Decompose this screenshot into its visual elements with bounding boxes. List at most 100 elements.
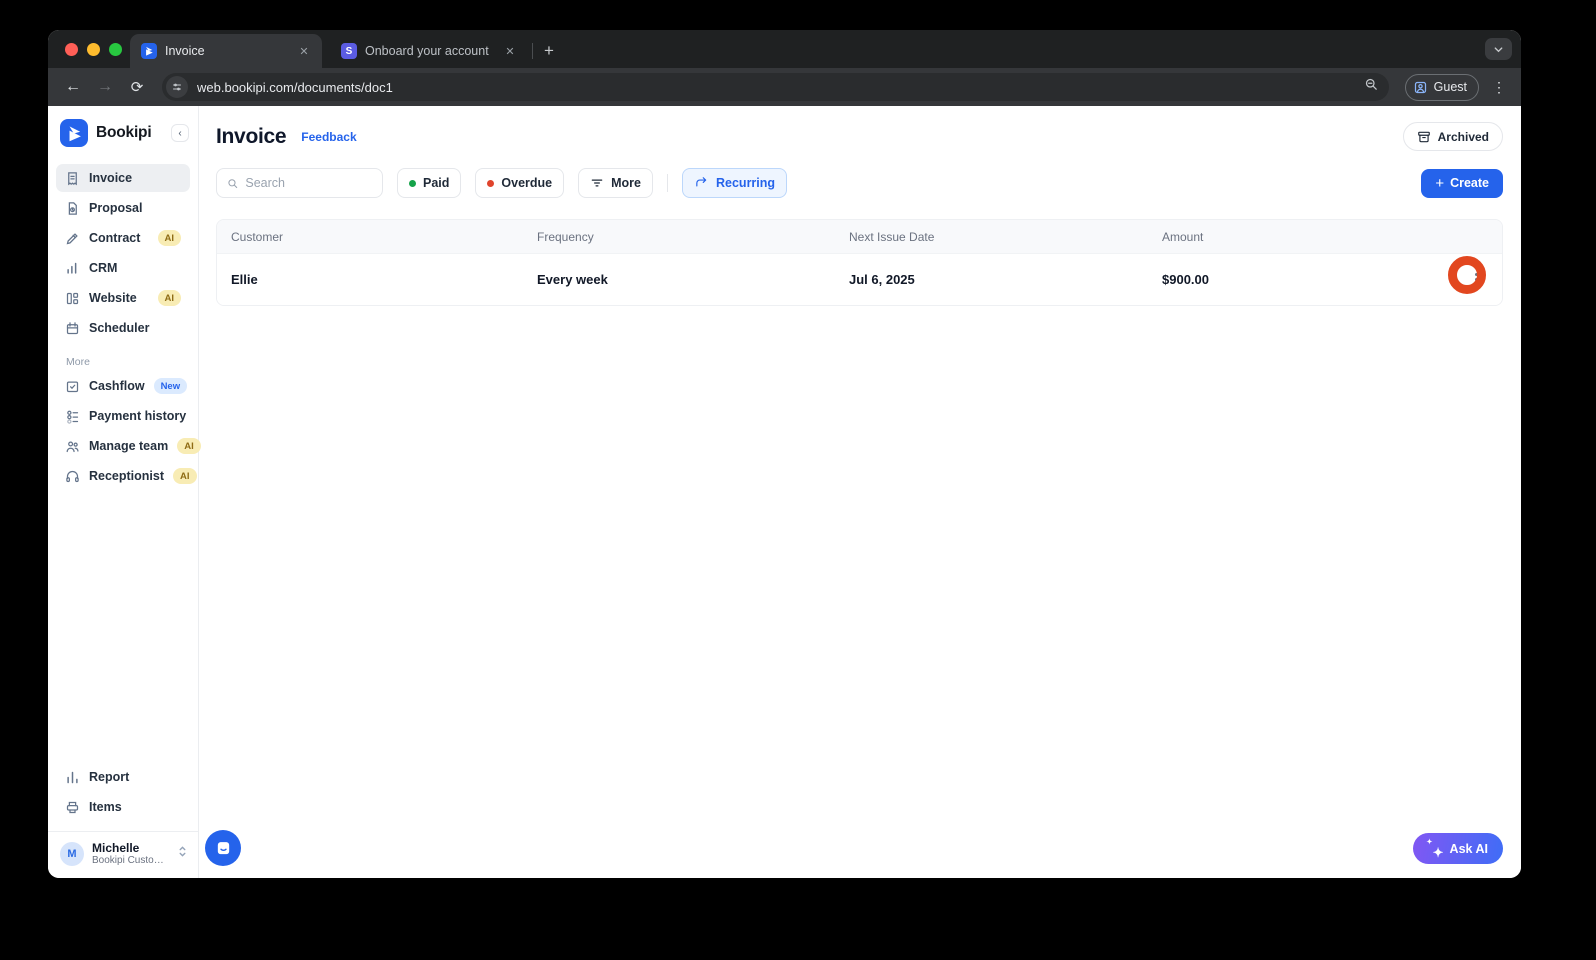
ai-badge: AI [177, 438, 201, 454]
sidebar-header: Bookipi ‹ [48, 116, 198, 150]
search-input[interactable] [245, 176, 372, 190]
chat-icon [217, 841, 229, 854]
site-info-icon[interactable] [166, 76, 188, 98]
filter-overdue[interactable]: Overdue [475, 168, 565, 198]
sidebar-item-manage-team[interactable]: Manage team AI [56, 432, 201, 460]
sidebar-item-crm[interactable]: CRM [56, 254, 190, 282]
sidebar-item-invoice[interactable]: Invoice [56, 164, 190, 192]
browser-toolbar: ← → ⟳ web.bookipi.com/documents/doc1 Gue… [48, 68, 1521, 106]
minimize-window-button[interactable] [87, 43, 100, 56]
invoice-icon [68, 171, 77, 185]
search-box[interactable] [216, 168, 383, 198]
more-section-label: More [66, 356, 90, 368]
bookipi-favicon [141, 43, 157, 59]
filter-more[interactable]: More [578, 168, 653, 198]
receptionist-icon [66, 470, 79, 482]
items-icon [66, 801, 79, 813]
address-bar[interactable]: web.bookipi.com/documents/doc1 [162, 73, 1389, 101]
report-icon [67, 771, 78, 783]
ai-badge: AI [157, 290, 181, 306]
filter-paid[interactable]: Paid [397, 168, 462, 198]
scheduler-icon [66, 321, 79, 334]
close-window-button[interactable] [65, 43, 78, 56]
browser-menu-icon[interactable]: ⋮ [1489, 79, 1509, 96]
column-header-frequency: Frequency [537, 229, 594, 244]
page-title: Invoice [216, 124, 287, 148]
cell-amount: $900.00 [1162, 272, 1209, 287]
recurring-icon [696, 177, 707, 187]
sidebar-item-website[interactable]: Website AI [56, 284, 190, 312]
website-icon [66, 292, 79, 304]
tab-onboard[interactable]: S Onboard your account ✕ [330, 34, 528, 68]
cashflow-icon [66, 381, 79, 392]
collapse-sidebar-button[interactable]: ‹ [171, 124, 189, 142]
sidebar-item-report[interactable]: Report [56, 763, 190, 791]
filter-recurring[interactable]: Recurring [682, 168, 788, 198]
tab-search-button[interactable] [1485, 38, 1512, 60]
page-header: Invoice Feedback Archived [216, 122, 1503, 151]
brand-name: Bookipi [96, 124, 152, 141]
tab-title: Onboard your account [365, 44, 489, 58]
overdue-dot-icon [487, 179, 495, 187]
column-header-customer: Customer [231, 229, 284, 244]
user-account-switcher[interactable]: M Michelle Bookipi Customer S... [48, 831, 198, 878]
sidebar-item-payment-history[interactable]: Payment history [56, 402, 190, 430]
reload-icon[interactable]: ⟳ [124, 74, 150, 100]
sparkles-icon: ✦ ✦ [1426, 839, 1444, 860]
close-tab-icon[interactable]: ✕ [502, 43, 518, 59]
url-text: web.bookipi.com/documents/doc1 [197, 79, 393, 95]
ai-badge: AI [173, 468, 197, 484]
plus-icon: + [1435, 174, 1445, 192]
payment-history-icon [67, 410, 79, 424]
table-row[interactable]: Ellie Every week Jul 6, 2025 $900.00 [217, 253, 1502, 305]
row-actions-kebab-icon[interactable] [1467, 267, 1486, 293]
sidebar-item-items[interactable]: Items [56, 793, 190, 821]
forward-icon[interactable]: → [92, 74, 118, 100]
sidebar-item-cashflow[interactable]: Cashflow New [56, 372, 190, 400]
create-button[interactable]: + Create [1421, 168, 1503, 198]
close-tab-icon[interactable]: ✕ [296, 43, 312, 59]
tab-divider [532, 43, 533, 59]
cell-customer: Ellie [231, 272, 258, 287]
chevron-updown-icon [177, 845, 188, 863]
guest-profile-button[interactable]: Guest [1404, 73, 1479, 101]
user-meta: Michelle Bookipi Customer S... [92, 841, 169, 866]
paid-dot-icon [409, 179, 416, 187]
sidebar-item-contract[interactable]: Contract AI [56, 224, 190, 252]
column-header-next-issue-date: Next Issue Date [849, 229, 935, 244]
archive-icon [1417, 131, 1430, 142]
avatar: M [60, 841, 84, 866]
ask-ai-button[interactable]: ✦ ✦ Ask AI [1412, 833, 1503, 864]
tab-strip: Invoice ✕ S Onboard your account ✕ + [48, 30, 1521, 68]
invoice-table: Customer Frequency Next Issue Date Amoun… [216, 219, 1503, 306]
zoom-indicator-icon[interactable] [1364, 77, 1379, 97]
bookipi-logo-icon [60, 119, 88, 147]
cell-frequency: Every week [537, 272, 608, 287]
tab-invoice[interactable]: Invoice ✕ [130, 34, 322, 68]
sidebar-item-proposal[interactable]: Proposal [56, 194, 190, 222]
contract-icon [66, 232, 78, 244]
new-tab-button[interactable]: + [537, 39, 561, 63]
column-header-amount: Amount [1162, 229, 1204, 244]
sidebar: Bookipi ‹ Invoice Proposal Contract AI C… [48, 106, 201, 878]
archived-button[interactable]: Archived [1402, 122, 1503, 151]
cell-next-issue-date: Jul 6, 2025 [849, 272, 915, 287]
new-badge: New [153, 378, 188, 394]
sidebar-bottom-nav: Report Items [48, 761, 198, 823]
sidebar-item-receptionist[interactable]: Receptionist AI [56, 462, 197, 490]
chat-widget-button[interactable] [205, 830, 241, 866]
feedback-link[interactable]: Feedback [301, 130, 356, 144]
onboard-favicon: S [341, 43, 357, 59]
guest-label: Guest [1433, 80, 1467, 94]
manage-team-icon [66, 441, 79, 452]
app-content: Bookipi ‹ Invoice Proposal Contract AI C… [48, 106, 1521, 878]
crm-icon [67, 262, 77, 274]
filter-bar: Paid Overdue More Recurring + Create [216, 168, 1503, 198]
zoom-window-button[interactable] [109, 43, 122, 56]
search-icon [228, 178, 238, 188]
sidebar-item-scheduler[interactable]: Scheduler [56, 314, 190, 342]
back-icon[interactable]: ← [60, 74, 86, 100]
user-subtitle: Bookipi Customer S... [92, 855, 169, 866]
profile-avatar-icon [1414, 81, 1426, 93]
